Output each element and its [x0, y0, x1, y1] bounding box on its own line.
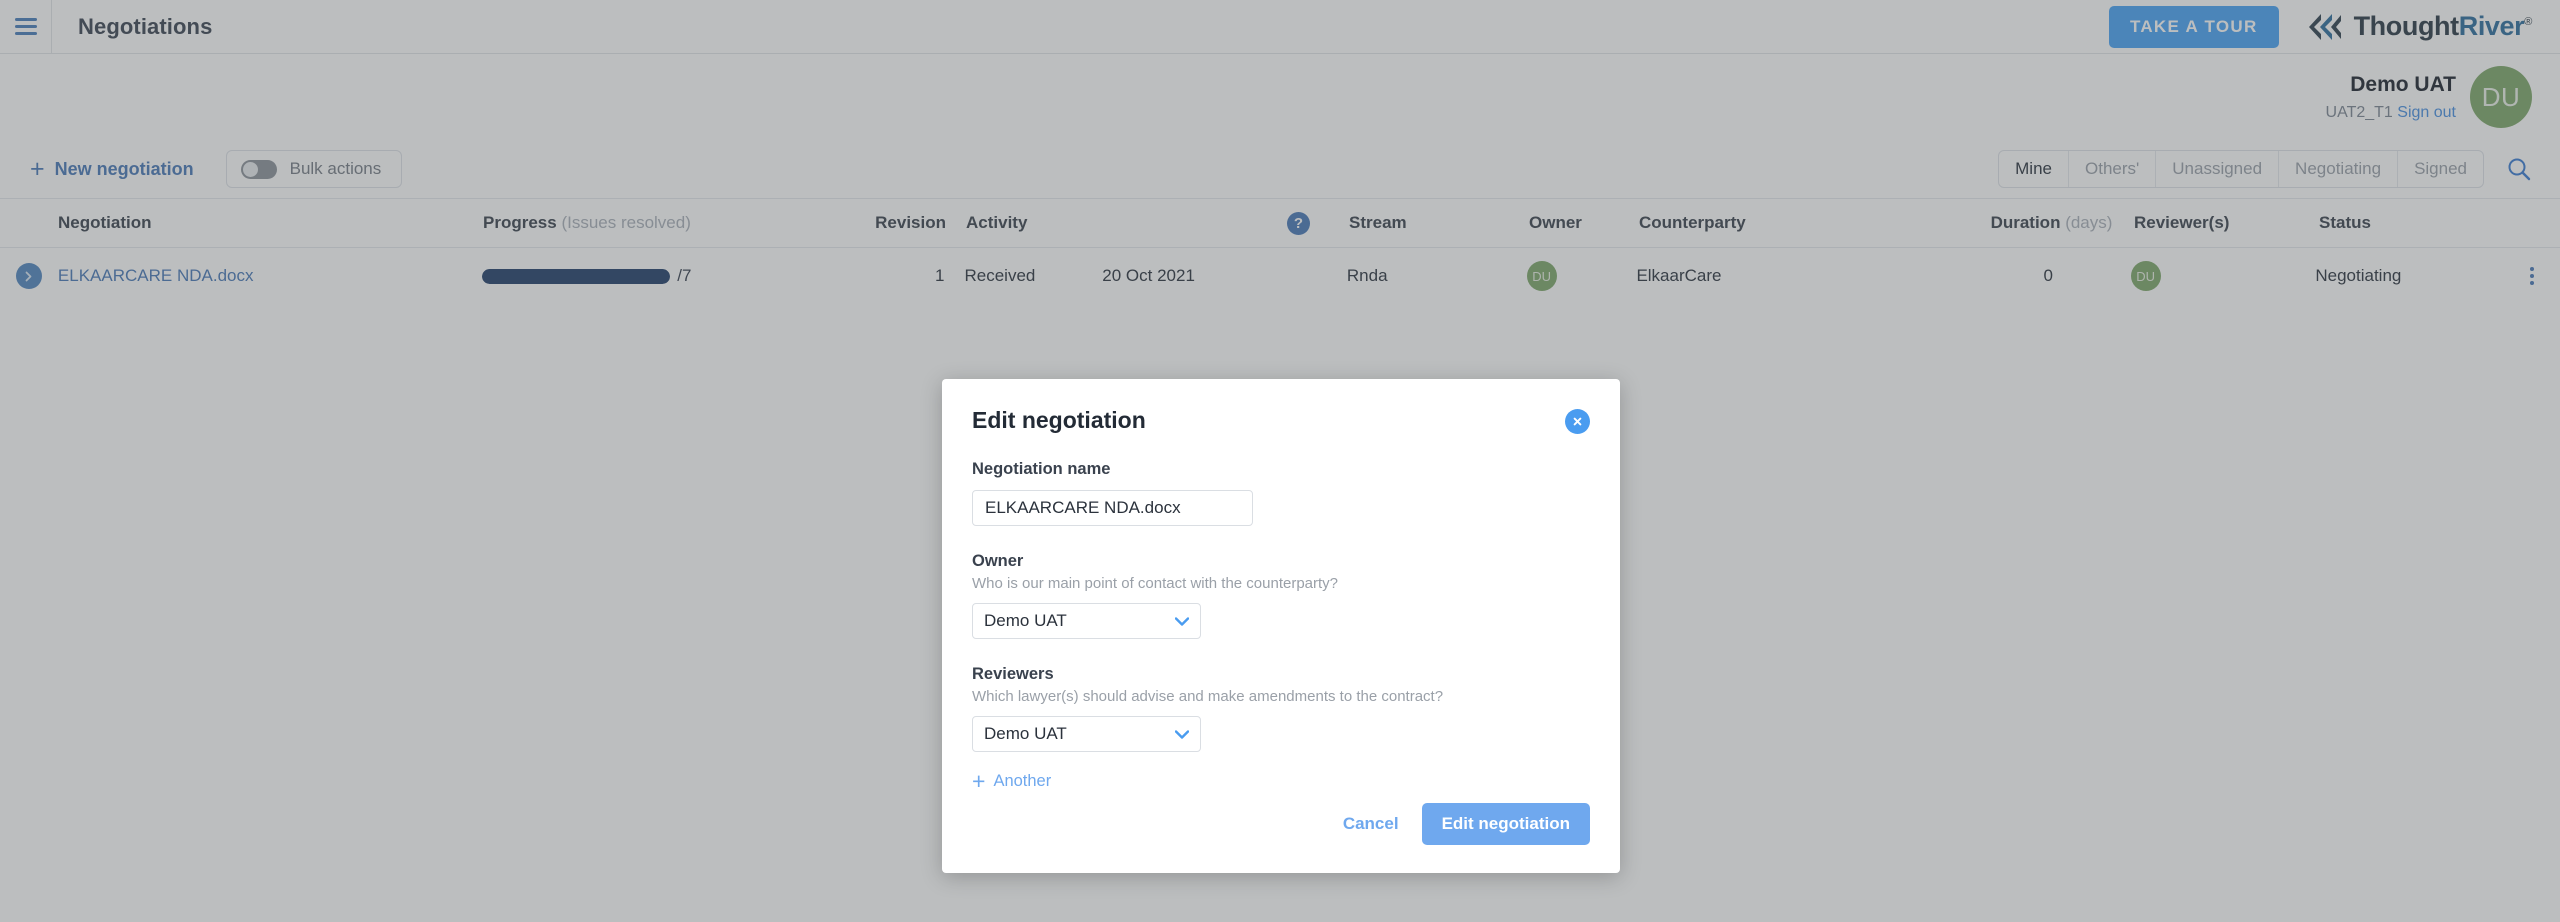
chevron-down-icon: [1174, 724, 1190, 744]
dialog-body: Negotiation name Owner Who is our main p…: [942, 434, 1620, 794]
edit-negotiation-dialog: Edit negotiation Negotiation name Owner …: [942, 379, 1620, 873]
add-another-label: Another: [993, 772, 1052, 790]
dialog-footer: Cancel Edit negotiation: [1343, 803, 1590, 845]
negotiation-name-group: Negotiation name: [972, 460, 1590, 526]
owner-group: Owner Who is our main point of contact w…: [972, 552, 1590, 639]
reviewers-label: Reviewers: [972, 665, 1054, 683]
negotiation-name-input[interactable]: [972, 490, 1253, 526]
plus-icon: +: [972, 768, 986, 794]
cancel-button[interactable]: Cancel: [1343, 814, 1399, 834]
chevron-down-icon: [1174, 611, 1190, 631]
dialog-header: Edit negotiation: [942, 379, 1620, 434]
add-another-reviewer-button[interactable]: + Another: [972, 770, 1051, 793]
negotiation-name-label: Negotiation name: [972, 460, 1111, 478]
reviewer-select-value: Demo UAT: [984, 724, 1067, 743]
submit-edit-negotiation-button[interactable]: Edit negotiation: [1421, 803, 1590, 845]
reviewer-select[interactable]: Demo UAT: [972, 716, 1201, 752]
reviewers-help-text: Which lawyer(s) should advise and make a…: [972, 688, 1444, 705]
close-circle-icon[interactable]: [1565, 409, 1590, 434]
owner-label: Owner: [972, 552, 1024, 570]
owner-select-value: Demo UAT: [984, 611, 1067, 630]
dialog-title: Edit negotiation: [972, 407, 1146, 433]
reviewers-group: Reviewers Which lawyer(s) should advise …: [972, 665, 1590, 794]
owner-help-text: Who is our main point of contact with th…: [972, 575, 1339, 592]
owner-select[interactable]: Demo UAT: [972, 603, 1201, 639]
